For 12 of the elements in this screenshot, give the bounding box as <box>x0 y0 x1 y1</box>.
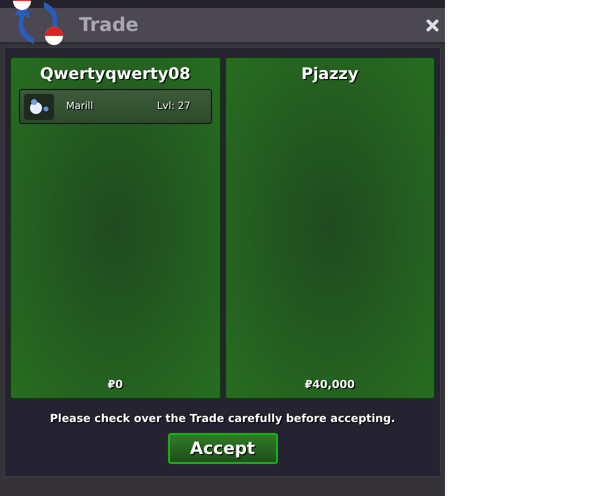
creature-icon <box>24 94 54 120</box>
money-amount: ₽0 <box>108 378 123 391</box>
trader-name: Qwertyqwerty08 <box>40 64 191 83</box>
pokemon-item[interactable]: Marill Lvl: 27 <box>19 89 212 124</box>
window-title: Trade <box>79 14 140 36</box>
warning-text: Please check over the Trade carefully before accepting. <box>50 412 396 425</box>
close-icon[interactable] <box>426 18 439 32</box>
pokemon-level: Lvl: 27 <box>156 101 190 112</box>
money-amount: ₽40,000 <box>304 378 355 391</box>
pokemon-name: Marill <box>66 101 94 112</box>
accept-button[interactable]: Accept <box>168 433 278 464</box>
trader-name: Pjazzy <box>301 64 358 83</box>
